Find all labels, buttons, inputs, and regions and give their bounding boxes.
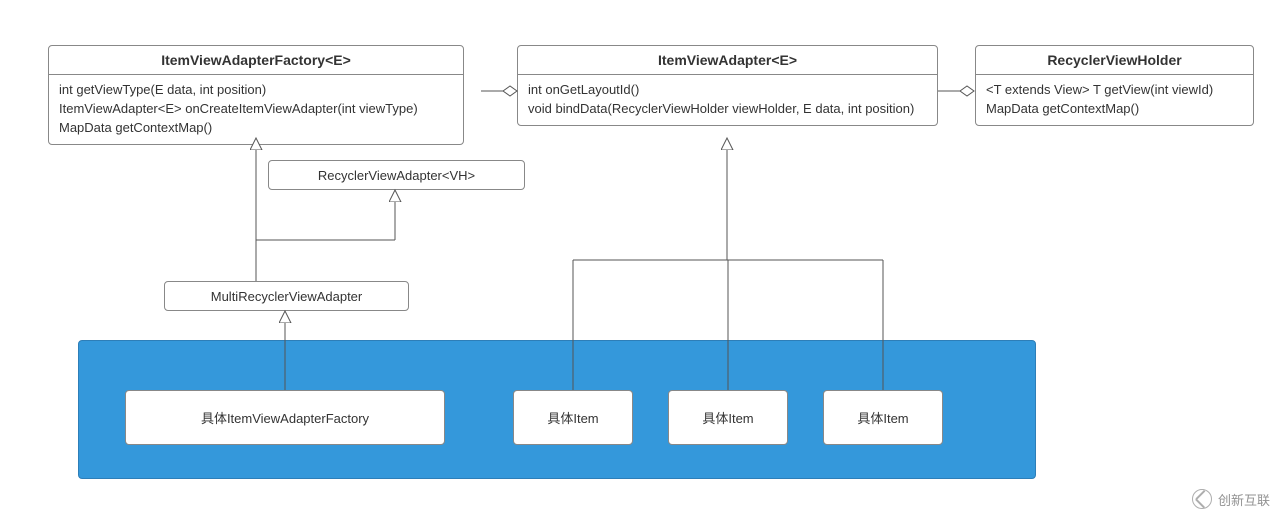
class-adapter: ItemViewAdapter<E> int onGetLayoutId() v… — [517, 45, 938, 126]
watermark-logo-icon — [1192, 489, 1212, 509]
watermark-text: 创新互联 — [1218, 490, 1270, 509]
class-rv-adapter: RecyclerViewAdapter<VH> — [268, 160, 525, 190]
class-factory-methods: int getViewType(E data, int position) It… — [49, 75, 463, 144]
class-adapter-title: ItemViewAdapter<E> — [518, 46, 937, 74]
class-rv-adapter-title: RecyclerViewAdapter<VH> — [318, 168, 475, 183]
class-factory: ItemViewAdapterFactory<E> int getViewTyp… — [48, 45, 464, 145]
class-item-1-title: 具体Item — [547, 408, 598, 427]
class-item-2-title: 具体Item — [702, 408, 753, 427]
class-item-3: 具体Item — [823, 390, 943, 445]
class-adapter-methods: int onGetLayoutId() void bindData(Recycl… — [518, 75, 937, 125]
class-item-3-title: 具体Item — [857, 408, 908, 427]
class-holder-title: RecyclerViewHolder — [976, 46, 1253, 74]
class-factory-title: ItemViewAdapterFactory<E> — [49, 46, 463, 74]
class-multi-adapter: MultiRecyclerViewAdapter — [164, 281, 409, 311]
class-item-2: 具体Item — [668, 390, 788, 445]
class-holder-methods: <T extends View> T getView(int viewId) M… — [976, 75, 1253, 125]
class-concrete-factory: 具体ItemViewAdapterFactory — [125, 390, 445, 445]
watermark: 创新互联 — [1192, 489, 1270, 509]
class-item-1: 具体Item — [513, 390, 633, 445]
class-holder: RecyclerViewHolder <T extends View> T ge… — [975, 45, 1254, 126]
class-concrete-factory-title: 具体ItemViewAdapterFactory — [201, 408, 369, 427]
class-multi-adapter-title: MultiRecyclerViewAdapter — [211, 289, 363, 304]
